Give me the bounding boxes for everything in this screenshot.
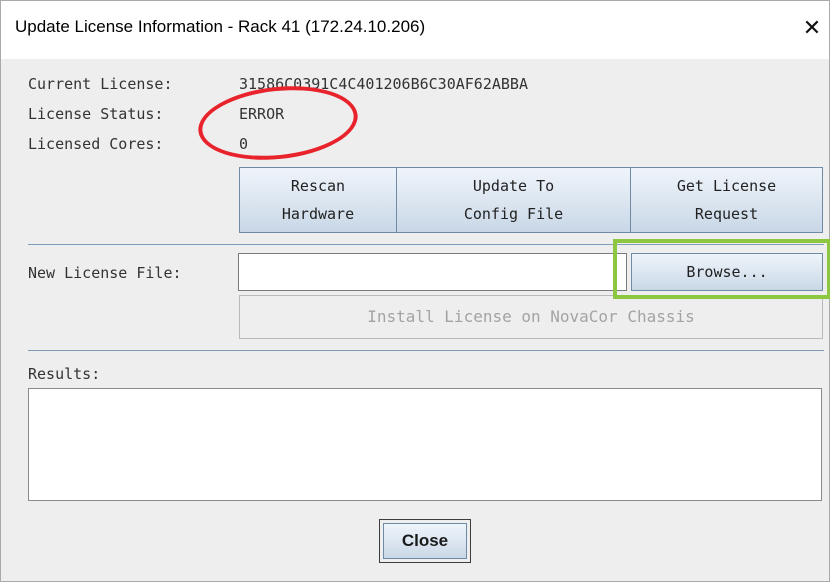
- licensed-cores-label: Licensed Cores:: [28, 135, 164, 153]
- dialog-title: Update License Information - Rack 41 (17…: [15, 17, 426, 36]
- browse-label: Browse...: [686, 263, 768, 281]
- title-bar: Update License Information - Rack 41 (17…: [1, 1, 829, 59]
- separator-bottom: [28, 350, 824, 351]
- rescan-hardware-label-line2: Hardware: [281, 205, 355, 223]
- new-license-file-input[interactable]: [238, 253, 627, 291]
- current-license-label: Current License:: [28, 75, 173, 93]
- close-button-label: Close: [383, 523, 467, 559]
- update-config-label-line1: Update To: [472, 177, 555, 195]
- license-status-value: ERROR: [239, 105, 285, 123]
- close-button[interactable]: Close: [379, 519, 471, 563]
- current-license-value: 31586C0391C4C401206B6C30AF62ABBA: [239, 75, 528, 93]
- separator-top: [28, 244, 824, 245]
- get-license-request-button[interactable]: Get License Request: [630, 167, 823, 233]
- license-status-label: License Status:: [28, 105, 164, 123]
- results-label: Results:: [28, 365, 101, 383]
- update-config-label-line2: Config File: [463, 205, 564, 223]
- install-license-button[interactable]: Install License on NovaCor Chassis: [239, 295, 823, 339]
- get-license-label-line1: Get License: [676, 177, 777, 195]
- rescan-hardware-label-line1: Rescan: [290, 177, 346, 195]
- results-textarea[interactable]: [28, 388, 822, 501]
- new-license-file-label: New License File:: [28, 264, 182, 282]
- browse-button[interactable]: Browse...: [631, 253, 823, 291]
- close-icon[interactable]: ✕: [797, 11, 827, 47]
- update-license-dialog: Update License Information - Rack 41 (17…: [0, 0, 830, 582]
- rescan-hardware-button[interactable]: Rescan Hardware: [239, 167, 397, 233]
- licensed-cores-value: 0: [239, 135, 249, 153]
- update-to-config-file-button[interactable]: Update To Config File: [396, 167, 631, 233]
- get-license-label-line2: Request: [694, 205, 759, 223]
